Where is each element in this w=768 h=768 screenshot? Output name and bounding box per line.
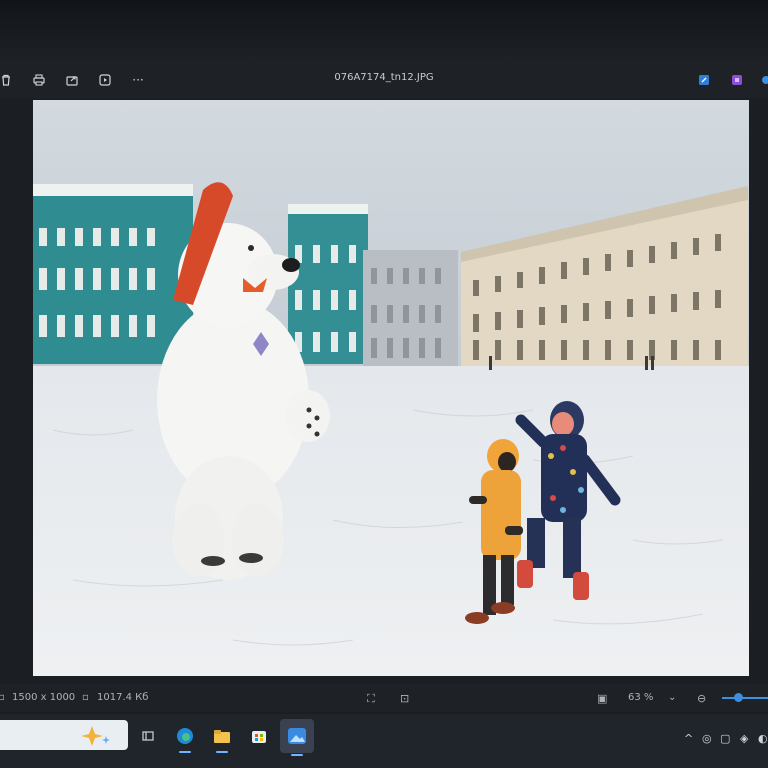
photo-image (33, 100, 749, 676)
fit-to-window-icon[interactable]: ⛶ (367, 692, 375, 706)
sparkle-icon (81, 726, 110, 746)
edit-icon[interactable] (694, 70, 714, 90)
fullscreen-icon[interactable]: ▣ (597, 692, 607, 705)
zoom-out-icon[interactable]: ⊖ (697, 692, 706, 705)
photos-icon[interactable] (280, 719, 314, 756)
edge-icon[interactable] (171, 722, 199, 753)
actual-size-icon[interactable]: ⊡ (400, 692, 409, 705)
tray-chevron-icon[interactable]: ^ (684, 732, 693, 745)
image-dimensions: 1500 x 1000 (12, 692, 76, 703)
zoom-slider[interactable] (722, 697, 768, 699)
zoom-level[interactable]: 63 % (628, 692, 653, 703)
chevron-down-icon[interactable]: ⌄ (668, 692, 676, 703)
title-bar (0, 0, 768, 62)
app-icon[interactable] (727, 70, 747, 90)
taskbar: ^ ◎ ▢ ◈ ◐ (0, 714, 768, 768)
toolbar: ··· 076A7174_tn12.JPG (0, 62, 768, 98)
status-bar: ▫ 1500 x 1000 ▫ 1017.4 Кб ⛶ ⊡ ▣ 63 % ⌄ ⊖ (0, 684, 768, 712)
image-size-icon: ▫ (0, 692, 5, 703)
camera-icon[interactable]: ◎ (702, 732, 712, 745)
zoom-slider-knob[interactable] (734, 693, 743, 702)
display-icon[interactable]: ▢ (720, 732, 730, 745)
more-apps-icon[interactable] (756, 70, 768, 90)
volume-icon[interactable]: ◐ (758, 732, 768, 745)
file-size-icon: ▫ (82, 692, 89, 703)
search-box[interactable] (0, 720, 128, 750)
network-icon[interactable]: ◈ (740, 732, 748, 745)
store-icon[interactable] (245, 722, 273, 750)
file-size: 1017.4 Кб (97, 692, 149, 703)
file-name: 076A7174_tn12.JPG (334, 72, 434, 83)
file-explorer-icon[interactable] (208, 722, 236, 753)
photo-view[interactable] (33, 100, 749, 676)
widgets-icon[interactable] (134, 722, 162, 750)
